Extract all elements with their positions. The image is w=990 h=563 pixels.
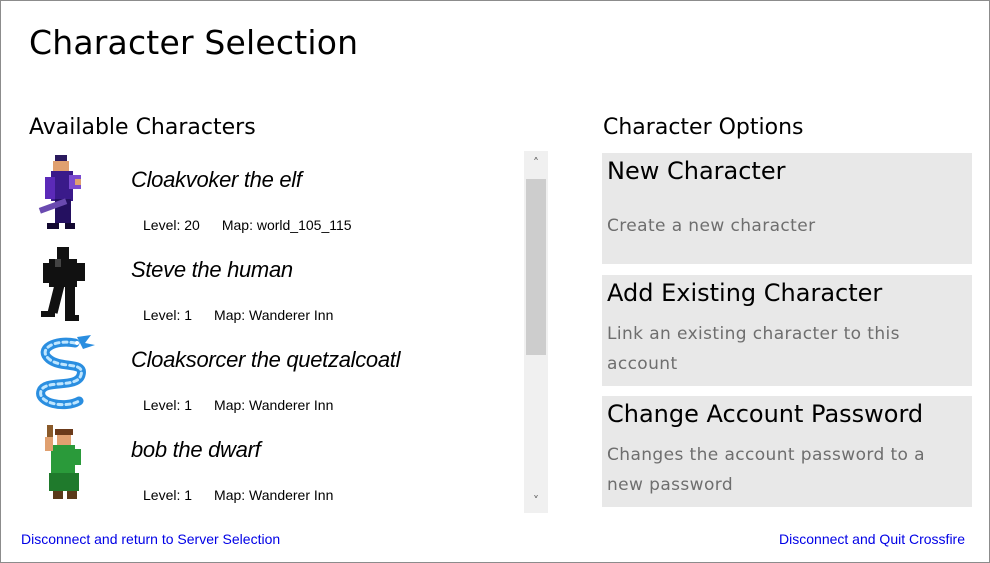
quetzalcoatl-serpent-sprite-icon <box>36 335 95 410</box>
character-level: Level: 1 <box>143 397 193 413</box>
character-map: Map: world_105_115 <box>221 217 352 233</box>
character-map: Map: Wanderer Inn <box>214 307 334 323</box>
character-map: Map: Wanderer Inn <box>214 487 334 503</box>
change-account-password-button[interactable]: Change Account Password Changes the acco… <box>602 396 972 507</box>
add-existing-character-button[interactable]: Add Existing Character Link an existing … <box>602 275 972 386</box>
character-list-scrollbar[interactable]: ˄ ˅ <box>524 151 548 513</box>
new-character-button[interactable]: New Character Create a new character <box>602 153 972 264</box>
character-list: Cloakvoker the elf Level: 20 Map: world_1… <box>23 151 523 513</box>
option-title: Change Account Password <box>607 400 924 428</box>
character-meta: Level: 1 Map: Wanderer Inn <box>143 397 333 413</box>
scroll-down-icon[interactable]: ˅ <box>524 489 548 513</box>
option-title: New Character <box>607 157 786 185</box>
character-selection-window: Character Selection Available Characters… <box>0 0 990 563</box>
character-meta: Level: 1 Map: Wanderer Inn <box>143 307 333 323</box>
character-level: Level: 1 <box>143 487 193 503</box>
character-level: Level: 1 <box>143 307 193 323</box>
character-name: Cloakvoker the elf <box>131 167 302 192</box>
character-level: Level: 20 <box>143 217 200 233</box>
option-description: Create a new character <box>607 216 816 236</box>
available-characters-heading: Available Characters <box>29 115 256 140</box>
character-item[interactable]: Steve the human Level: 1 Map: Wanderer In… <box>23 241 523 331</box>
character-item[interactable]: Cloakvoker the elf Level: 20 Map: world_1… <box>23 151 523 241</box>
option-description: Changes the account password to a new pa… <box>607 445 925 495</box>
character-map: Map: Wanderer Inn <box>214 397 334 413</box>
disconnect-return-link[interactable]: Disconnect and return to Server Selectio… <box>21 531 280 547</box>
page-title: Character Selection <box>29 23 359 62</box>
character-meta: Level: 1 Map: Wanderer Inn <box>143 487 333 503</box>
character-name: bob the dwarf <box>131 437 261 462</box>
human-silhouette-sprite-icon <box>41 247 85 321</box>
option-title: Add Existing Character <box>607 279 883 307</box>
character-name: Cloaksorcer the quetzalcoatl <box>131 347 401 372</box>
option-description: Link an existing character to this accou… <box>607 324 900 374</box>
dwarf-sprite-icon <box>45 425 81 499</box>
character-options-heading: Character Options <box>603 115 804 140</box>
character-name: Steve the human <box>131 257 293 282</box>
character-item[interactable]: Cloaksorcer the quetzalcoatl Level: 1 Map… <box>23 331 523 421</box>
elf-mage-sprite-icon <box>38 155 81 229</box>
disconnect-quit-link[interactable]: Disconnect and Quit Crossfire <box>779 531 965 547</box>
character-item[interactable]: bob the dwarf Level: 1 Map: Wanderer Inn <box>23 421 523 511</box>
character-meta: Level: 20 Map: world_105_115 <box>143 217 352 233</box>
scroll-thumb[interactable] <box>526 179 546 355</box>
scroll-up-icon[interactable]: ˄ <box>524 151 548 175</box>
